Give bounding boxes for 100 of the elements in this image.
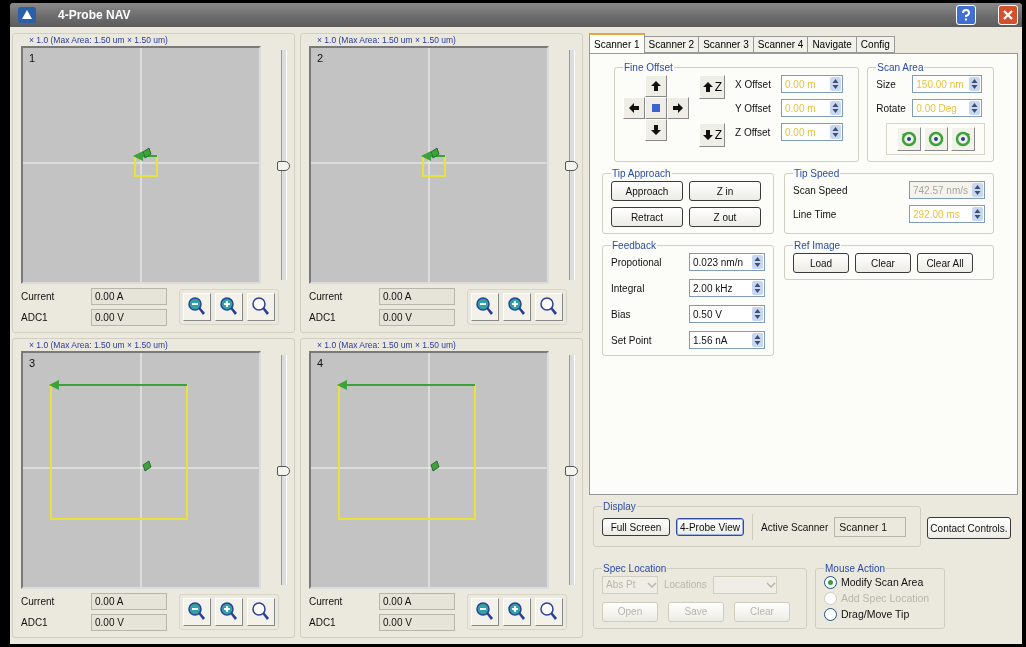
spinner-icon[interactable] [830,125,841,139]
spinner-icon[interactable] [752,255,763,269]
zoom-in-button[interactable] [503,598,531,626]
field-label: Line Time [793,208,837,220]
tip-marker-icon [430,147,440,159]
magnifier-icon [539,296,559,318]
readout-value: 0.00 A [379,593,455,610]
caret-icon [765,580,776,589]
close-button[interactable] [998,5,1018,25]
spinner-icon[interactable] [969,77,981,91]
slider-thumb[interactable] [565,161,578,171]
tab[interactable]: Scanner 2 [643,36,700,53]
ref-image-button[interactable]: Load [793,253,849,273]
ref-image-button[interactable]: Clear [855,253,911,273]
tab[interactable]: Config [855,36,895,53]
slider-thumb[interactable] [277,161,290,171]
arrow-up-icon [701,81,714,93]
display-button[interactable]: 4-Probe View [676,518,744,536]
rotate-left-button[interactable] [896,127,921,151]
ref-image-button[interactable]: Clear All [917,253,973,273]
probe-number: 2 [317,52,324,64]
tab[interactable]: Navigate [807,36,857,53]
readout-value: 0.00 V [91,614,167,631]
slider-thumb[interactable] [277,466,290,476]
spinner-icon[interactable] [830,101,841,115]
spinner-icon[interactable] [830,77,841,91]
group-title: Fine Offset [623,62,674,73]
center-scan-button[interactable] [923,127,948,151]
field-label: Set Point [611,334,652,346]
help-icon [961,9,971,21]
tab[interactable]: Scanner 4 [752,36,809,53]
readout-label: ADC1 [21,617,49,628]
zoom-in-button[interactable] [215,598,243,626]
probe-number: 1 [29,52,36,64]
window-title: 4-Probe NAV [58,8,132,22]
tab[interactable]: Scanner 3 [698,36,754,53]
approach-button[interactable]: Approach [611,181,683,201]
readout-label: Current [21,596,56,607]
field-label: Integral [611,282,645,294]
spinner-icon[interactable] [969,101,981,115]
zoom-reset-button[interactable] [247,293,275,321]
close-icon [1003,10,1013,20]
center-button[interactable] [645,97,667,119]
zoom-out-button[interactable] [471,598,499,626]
readout-label: ADC1 [309,617,337,628]
z-up-button[interactable]: Z [699,75,725,99]
spin-field[interactable]: 0.023 nm/n [689,253,765,271]
move-up-button[interactable] [645,75,667,97]
scan-view[interactable]: 2 [309,46,549,284]
tab[interactable]: Scanner 1 [589,33,645,53]
spinner-icon[interactable] [972,207,983,221]
area-caption: × 1.0 (Max Area: 1.50 um × 1.50 um) [317,340,456,351]
zoom-in-button[interactable] [215,293,243,321]
scan-view[interactable]: 1 [21,46,261,284]
group-title: Scan Area [876,62,925,73]
radio-option[interactable]: Modify Scan Area [824,575,936,589]
z-down-button[interactable]: Z [699,123,725,147]
approach-button[interactable]: Z out [689,207,761,227]
spin-field[interactable]: 2.00 kHz [689,279,765,297]
display-button[interactable]: Full Screen [602,518,670,536]
spinner-icon[interactable] [752,281,763,295]
zoom-reset-button[interactable] [535,598,563,626]
zoom-out-button[interactable] [471,293,499,321]
magnifier-icon [251,601,271,623]
spinner-icon[interactable] [752,333,763,347]
zoom-in-icon [219,601,239,623]
approach-button[interactable]: Z in [689,181,761,201]
help-button[interactable] [956,5,976,25]
move-right-button[interactable] [667,97,689,119]
move-down-button[interactable] [645,119,667,141]
spinner-icon[interactable] [752,307,763,321]
rotate-right-button[interactable] [950,127,975,151]
scan-view[interactable]: 4 [309,351,549,589]
app-logo-icon [18,7,36,23]
target-icon [927,131,944,147]
move-left-button[interactable] [623,97,645,119]
zoom-in-icon [507,601,527,623]
zoom-in-button[interactable] [503,293,531,321]
magnifier-icon [539,601,559,623]
arrow-down-icon [650,124,662,136]
spin-field[interactable]: 0.50 V [689,305,765,323]
contact-controls-button[interactable]: Contact Controls. [927,517,1011,539]
scan-view[interactable]: 3 [21,351,261,589]
zoom-out-icon [475,601,495,623]
caret-icon [647,580,657,589]
group-title: Tip Approach [611,168,672,179]
field-label: Z Offset [735,126,772,138]
slider-thumb[interactable] [565,466,578,476]
radio-option[interactable]: Drag/Move Tip [824,607,936,621]
arrow-right-icon [672,102,684,114]
readout-value: 0.00 A [91,288,167,305]
zoom-reset-button[interactable] [535,293,563,321]
zoom-out-icon [187,601,207,623]
zoom-out-button[interactable] [183,293,211,321]
zoom-out-button[interactable] [183,598,211,626]
arrow-up-icon [650,80,662,92]
spin-field[interactable]: 1.56 nA [689,331,765,349]
group-title: Feedback [611,240,657,251]
zoom-reset-button[interactable] [247,598,275,626]
approach-button[interactable]: Retract [611,207,683,227]
